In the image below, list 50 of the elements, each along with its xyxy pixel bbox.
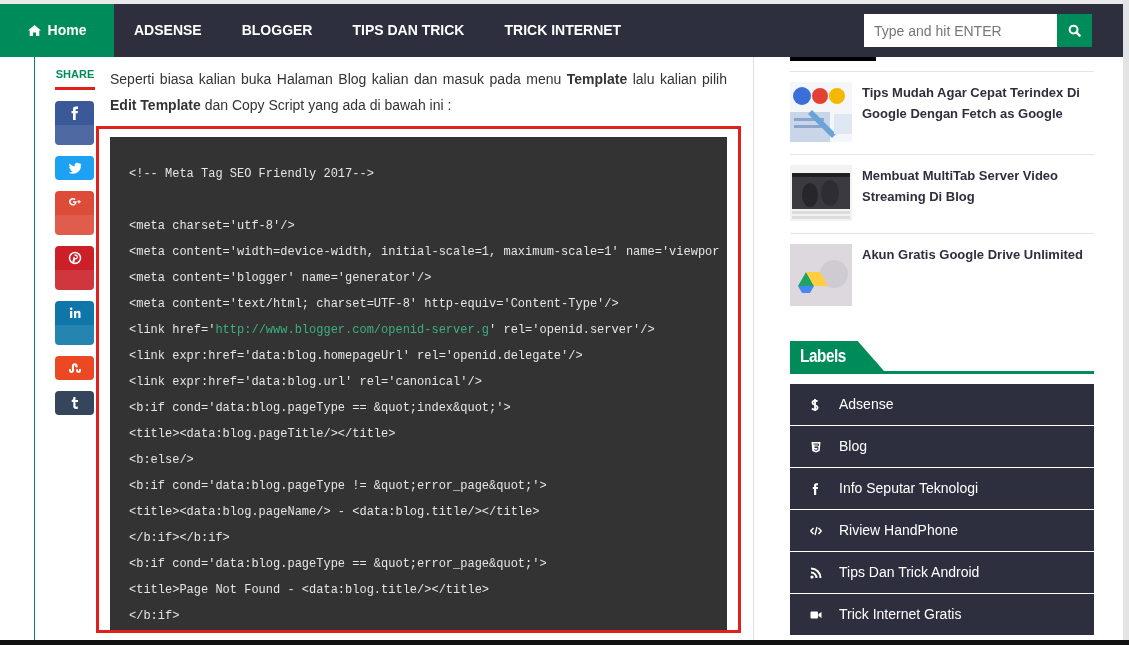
nav-tab[interactable]: Home — [0, 4, 114, 57]
stumbleupon-icon — [67, 360, 82, 375]
label-link[interactable]: Tips Dan Trick Android — [790, 552, 1094, 593]
search-field[interactable]: Type and hit ENTER — [864, 14, 1057, 47]
code-line: <title><data:blog.pageTitle/></title> — [129, 426, 396, 443]
share-button[interactable] — [55, 390, 94, 415]
home-icon — [27, 25, 41, 36]
nav-tab[interactable]: BLOGGER — [221, 4, 333, 57]
share-button[interactable] — [55, 245, 94, 290]
code-line: <title>Page Not Found - <data:blog.title/></title> — [129, 582, 490, 599]
share-button[interactable] — [55, 300, 94, 345]
code-line: <meta content='blogger' name='generator'/> — [129, 270, 432, 287]
post-title-link[interactable]: Membuat MultiTab Server Video Streaming Di Blog — [862, 165, 1094, 221]
twitter-icon — [67, 160, 82, 175]
code-line: <b:if cond='data:blog.pageType == &quot;index&quot;'> — [129, 400, 511, 417]
code-line: <meta charset='utf-8'/> — [129, 218, 295, 235]
code-line: <link expr:href='data:blog.url' rel='canonical'/> — [129, 374, 482, 391]
pinterest-icon — [67, 250, 82, 265]
linkedin-icon — [67, 305, 82, 320]
code-icon — [810, 524, 822, 537]
label-link[interactable]: Riview HandPhone — [790, 510, 1094, 551]
label-link[interactable]: Blog — [790, 426, 1094, 467]
code-line: </b:if></b:if> — [129, 530, 230, 547]
share-button[interactable] — [55, 190, 94, 235]
code-line: <meta content='width=device-width, initial-scale=1, maximum-scale=1' name='viewpor — [129, 244, 720, 261]
nav-tab[interactable]: TRICK INTERNET — [484, 4, 642, 57]
code-line: <meta content='text/html; charset=UTF-8' http-equiv='Content-Type'/> — [129, 296, 619, 313]
code-line: <!-- Meta Tag SEO Friendly 2017--> — [129, 166, 374, 183]
rss-icon — [810, 566, 822, 579]
labels-heading: Labels — [800, 344, 846, 368]
post-title-link[interactable]: Akun Gratis Google Drive Unlimited — [862, 244, 1084, 306]
share-label: SHARE — [55, 66, 95, 90]
code-line: <link href='http://www.blogger.com/openid-server.g' rel='openid.server'/> — [129, 322, 655, 339]
post-title-link[interactable]: Tips Mudah Agar Cepat Terindex Di Google Dengan Fetch as Google — [862, 82, 1094, 142]
code-line: <b:else/> — [129, 452, 194, 469]
label-link[interactable]: Trick Internet Gratis — [790, 594, 1094, 635]
search-icon — [1068, 24, 1081, 37]
article-paragraph: Seperti biasa kalian buka Halaman Blog kalian dan masuk pada menu Template lalu kalian pilih Edit Template dan Copy Script yang ada di bawah ini : — [109, 70, 728, 115]
label-link[interactable]: Info Seputar Teknologi — [790, 468, 1094, 509]
code-line: </b:if> — [129, 608, 180, 625]
nav-tab[interactable]: TIPS DAN TRICK — [332, 4, 485, 57]
nav-tab[interactable]: ADSENSE — [114, 4, 222, 57]
share-button[interactable] — [55, 100, 94, 145]
code-line: <b:if cond='data:blog.pageType != &quot;error_page&quot;'> — [129, 478, 547, 495]
html5-icon — [810, 440, 822, 453]
search-button[interactable] — [1057, 14, 1092, 47]
label-link[interactable]: Adsense — [790, 384, 1094, 425]
code-line: <title><data:blog.pageName/> - <data:blog.title/></title> — [129, 504, 540, 521]
code-line: <link expr:href='data:blog.homepageUrl' rel='openid.delegate'/> — [129, 348, 583, 365]
code-line: <b:if cond='data:blog.pageType == &quot;error_page&quot;'> — [129, 556, 547, 573]
